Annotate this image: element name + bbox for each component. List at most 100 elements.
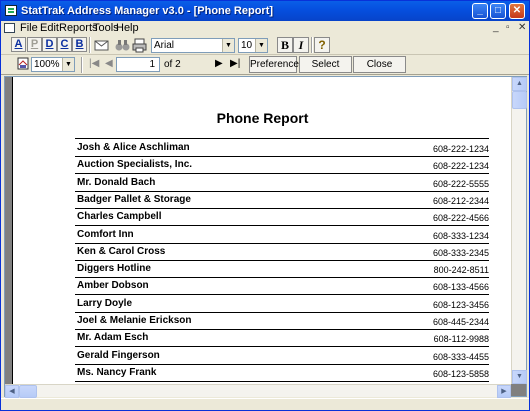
size-select[interactable]: 10 ▼ [238,38,268,53]
chevron-down-icon[interactable]: ▼ [222,39,234,52]
chevron-down-icon[interactable]: ▼ [62,58,74,71]
child-restore-button[interactable]: ▫ [506,22,510,33]
preferences-button[interactable]: Preferences [249,56,304,73]
letter-p-button[interactable]: P [27,37,42,52]
scroll-up-icon[interactable]: ▲ [512,77,527,91]
child-close-button[interactable]: ✕ [518,22,526,33]
letter-c-button[interactable]: C [57,37,72,52]
report-row: Larry Doyle 608-123-3456 [75,296,489,313]
contact-phone: 800-242-8511 [433,265,489,276]
print-preview-icon[interactable] [15,56,32,72]
page-number-input[interactable]: 1 [116,57,160,72]
contact-name: Josh & Alice Aschliman [77,142,190,153]
binoculars-icon[interactable] [114,37,131,53]
scroll-down-icon[interactable]: ▼ [512,370,527,384]
report-row: Ken & Carol Cross 608-333-2345 [75,244,489,261]
bold-button[interactable]: B [277,37,293,53]
contact-name: Mr. Donald Bach [77,176,156,188]
header-rule [75,138,489,139]
contact-phone: 608-445-2344 [432,317,489,327]
toolbar-separator [81,57,83,73]
contact-name: Ms. Nancy Frank [77,366,157,378]
font-value: Arial [154,40,175,51]
report-row: Amber Dobson 608-133-4566 [75,278,489,296]
last-page-icon[interactable]: ▶| [230,58,240,69]
contact-phone: 608-222-5555 [432,178,489,189]
report-row: Mr. Donald Bach 608-222-5555 [75,175,489,192]
contact-phone: 608-212-2344 [432,195,489,206]
zoom-select[interactable]: 100% ▼ [31,57,75,72]
menu-bar: File Edit Reports Tools Help _ ▫ ✕ [1,21,529,35]
report-row: Charles Campbell 608-222-4566 [75,209,489,227]
select-button[interactable]: Select [299,56,352,73]
contact-name: Gerald Fingerson [77,349,160,361]
help-lightbulb-button[interactable]: ? [314,37,330,53]
maximize-button[interactable]: □ [490,3,506,19]
format-toolbar: A P D C B Arial ▼ 10 ▼ B I ? [1,35,529,55]
toolbar-separator [89,37,91,53]
contact-phone: 608-112-9988 [433,334,489,345]
contact-name: Comfort Inn [77,228,134,240]
contact-phone: 608-333-4455 [432,351,489,362]
printer-icon[interactable] [131,37,148,53]
window-title: StatTrak Address Manager v3.0 - [Phone R… [21,5,274,17]
font-select[interactable]: Arial ▼ [151,38,235,53]
letter-d-button[interactable]: D [42,37,57,52]
report-row: Ms. Nancy Frank 608-123-5858 [75,365,489,382]
contact-phone: 608-133-4566 [432,282,489,293]
letter-a-button[interactable]: A [11,37,26,52]
report-row: Comfort Inn 608-333-1234 [75,227,489,244]
scroll-right-icon[interactable]: ▶ [497,385,511,398]
preview-toolbar: 100% ▼ |◀ ◀ 1 of 2 ▶ ▶| Preferences Sele… [1,55,529,75]
document-icon[interactable] [4,23,15,33]
title-bar[interactable]: StatTrak Address Manager v3.0 - [Phone R… [1,1,529,21]
report-title: Phone Report [216,110,309,126]
prev-page-icon[interactable]: ◀ [105,58,113,69]
toolbar-separator [311,37,313,53]
menu-file[interactable]: File [18,22,40,34]
contact-name: Joel & Melanie Erickson [77,315,192,326]
contact-name: Diggers Hotline [77,263,151,275]
contact-phone: 608-123-5858 [432,368,489,379]
page-count-label: of 2 [164,59,181,70]
contact-phone: 608-333-1234 [432,230,489,241]
menu-help[interactable]: Help [114,22,141,34]
contact-name: Larry Doyle [77,297,133,309]
contact-phone: 608-222-1234 [432,144,489,154]
next-page-icon[interactable]: ▶ [215,58,223,69]
minimize-button[interactable]: _ [472,3,488,19]
contact-name: Mr. Adam Esch [77,332,149,344]
first-page-icon[interactable]: |◀ [89,58,99,69]
app-icon[interactable] [5,5,17,16]
report-row: Badger Pallet & Storage 608-212-2344 [75,192,489,209]
chevron-down-icon[interactable]: ▼ [255,39,267,52]
report-row: Mr. Adam Esch 608-112-9988 [75,330,489,348]
contact-name: Badger Pallet & Storage [77,193,191,205]
contact-name: Ken & Carol Cross [77,245,166,257]
vertical-scrollbar[interactable]: ▲ ▼ [511,77,527,384]
contact-name: Charles Campbell [77,211,162,223]
child-minimize-button[interactable]: _ [493,22,499,33]
close-window-button[interactable]: ✕ [509,3,525,19]
envelope-icon[interactable] [93,37,110,53]
report-row: Gerald Fingerson 608-333-4455 [75,348,489,365]
size-value: 10 [241,40,253,51]
contact-name: Amber Dobson [77,280,149,292]
contact-name: Auction Specialists, Inc. [77,159,193,171]
scroll-thumb[interactable] [512,91,527,109]
letter-b-button[interactable]: B [72,37,87,52]
report-page: Phone Report Josh & Alice Aschliman 608-2… [12,77,511,397]
zoom-value: 100% [34,59,60,70]
report-viewer: Phone Report Josh & Alice Aschliman 608-2… [4,76,527,398]
scroll-left-icon[interactable]: ◀ [5,385,19,398]
close-preview-button[interactable]: Close [353,56,406,73]
contact-phone: 608-123-3456 [432,299,489,310]
hscroll-thumb[interactable] [19,385,37,398]
horizontal-scrollbar[interactable]: ◀ ▶ [5,384,511,398]
report-row: Diggers Hotline 800-242-8511 [75,261,489,279]
italic-button[interactable]: I [293,37,309,53]
report-row: Josh & Alice Aschliman 608-222-1234 [75,140,489,157]
contact-phone: 608-222-4566 [432,213,489,224]
status-bar [1,398,529,410]
report-row: Joel & Melanie Erickson 608-445-2344 [75,313,489,330]
